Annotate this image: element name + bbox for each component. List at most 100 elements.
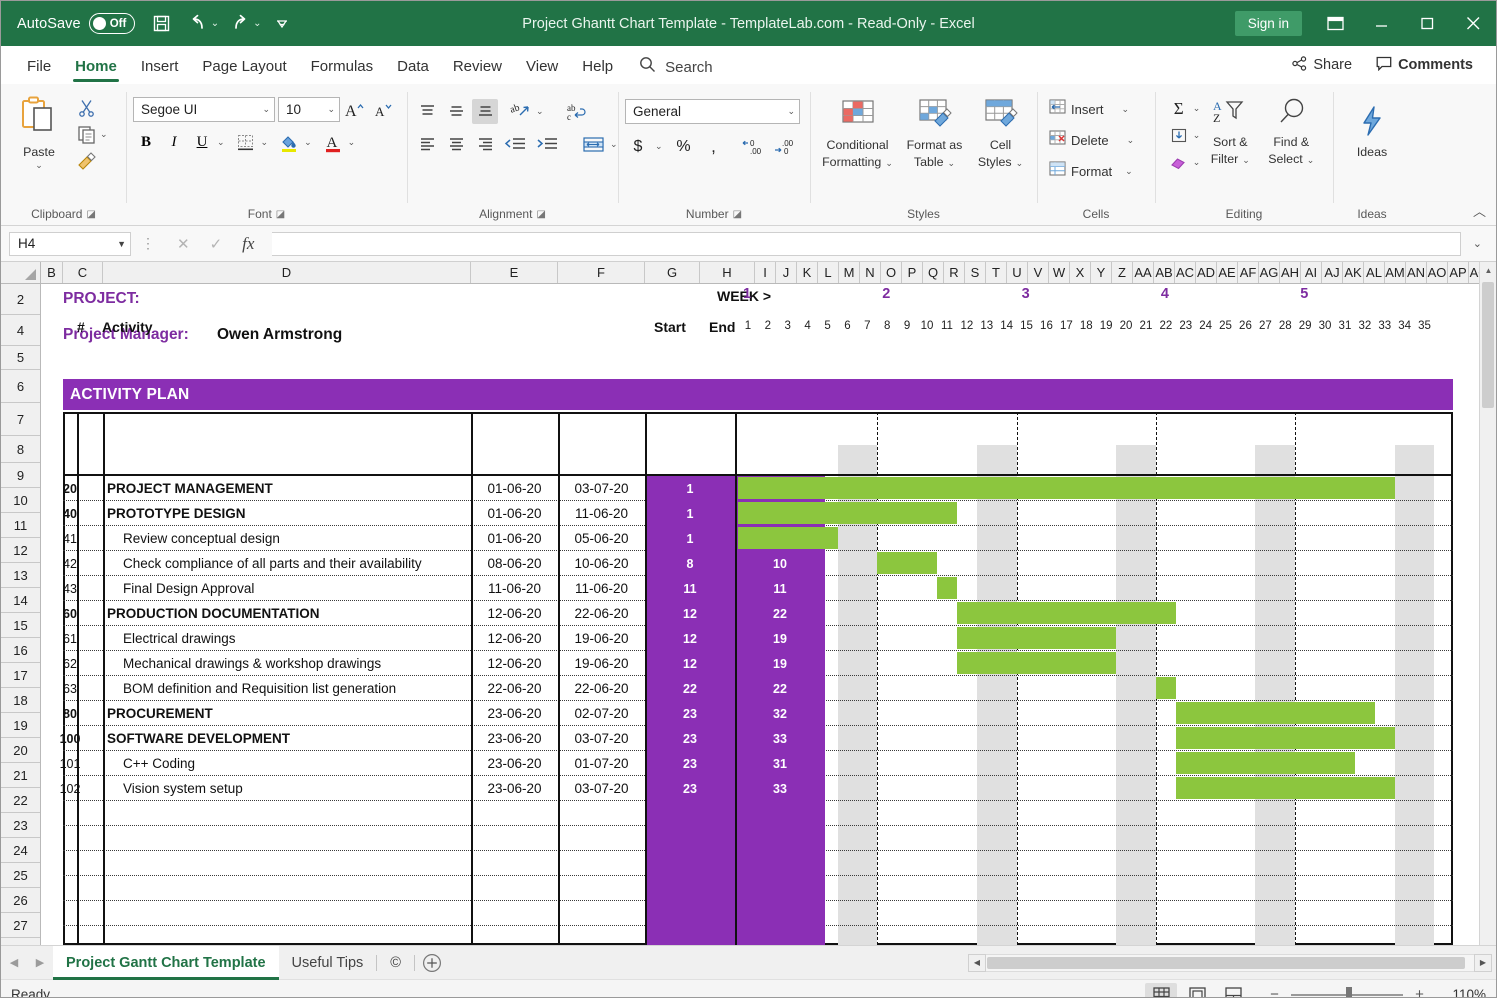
number-format-dropdown-icon[interactable]: ⌄: [787, 106, 795, 117]
format-cells-button[interactable]: Format ⌄: [1044, 157, 1137, 185]
column-header-e[interactable]: E: [471, 262, 558, 283]
sheet-tab-project-gantt-chart-template[interactable]: Project Gantt Chart Template: [53, 945, 279, 980]
row-header-24[interactable]: 24: [1, 838, 40, 863]
tab-data[interactable]: Data: [385, 50, 441, 84]
share-button[interactable]: Share: [1283, 52, 1361, 79]
merge-and-center-icon[interactable]: [579, 132, 607, 157]
column-header-p[interactable]: P: [902, 262, 923, 283]
vertical-scroll-thumb[interactable]: [1482, 282, 1494, 408]
column-header-af[interactable]: AF: [1238, 262, 1259, 283]
normal-view-icon[interactable]: [1145, 982, 1177, 997]
column-header-am[interactable]: AM: [1385, 262, 1406, 283]
underline-icon[interactable]: U: [189, 130, 215, 155]
tab-help[interactable]: Help: [570, 50, 625, 84]
column-header-o[interactable]: O: [881, 262, 902, 283]
align-top-icon[interactable]: [414, 99, 440, 124]
row-header-27[interactable]: 27: [1, 913, 40, 938]
find-and-select-button[interactable]: Find & Select ⌄: [1260, 94, 1322, 170]
align-left-icon[interactable]: [414, 132, 440, 157]
column-header-x[interactable]: X: [1070, 262, 1091, 283]
column-header-s[interactable]: S: [965, 262, 986, 283]
find-select-dropdown-icon[interactable]: ⌄: [1307, 155, 1315, 165]
cell-styles-button[interactable]: Cell Styles ⌄: [970, 94, 1032, 173]
insert-cells-dropdown-icon[interactable]: ⌄: [1122, 104, 1130, 115]
column-header-t[interactable]: T: [986, 262, 1007, 283]
row-header-21[interactable]: 21: [1, 763, 40, 788]
scroll-up-icon[interactable]: ▲: [1480, 262, 1496, 279]
row-header-16[interactable]: 16: [1, 638, 40, 663]
column-header-ac[interactable]: AC: [1175, 262, 1196, 283]
row-header-12[interactable]: 12: [1, 538, 40, 563]
accounting-dropdown-icon[interactable]: ⌄: [655, 141, 663, 152]
enter-icon[interactable]: ✓: [210, 235, 223, 253]
next-sheet-icon[interactable]: ▶: [27, 946, 53, 980]
clear-icon[interactable]: [1166, 150, 1192, 175]
row-header-2[interactable]: 2: [1, 284, 40, 315]
row-header-9[interactable]: 9: [1, 463, 40, 488]
column-header-n[interactable]: N: [860, 262, 881, 283]
row-header-10[interactable]: 10: [1, 488, 40, 513]
increase-decimal-icon[interactable]: 0.00: [739, 134, 767, 159]
column-header-al[interactable]: AL: [1364, 262, 1385, 283]
column-header-ao[interactable]: AO: [1427, 262, 1448, 283]
row-header-14[interactable]: 14: [1, 588, 40, 613]
font-color-dropdown-icon[interactable]: ⌄: [348, 137, 356, 148]
copy-dropdown-icon[interactable]: ⌄: [100, 129, 108, 140]
sort-and-filter-button[interactable]: AZ Sort & Filter ⌄: [1200, 94, 1260, 170]
number-format-select[interactable]: General ⌄: [625, 99, 800, 124]
row-header-15[interactable]: 15: [1, 613, 40, 638]
paste-button[interactable]: Paste ⌄: [8, 93, 70, 174]
scroll-left-icon[interactable]: ◀: [968, 953, 986, 972]
column-header-i[interactable]: I: [755, 262, 776, 283]
undo-dropdown-icon[interactable]: ⌄: [211, 18, 219, 29]
zoom-level[interactable]: 110%: [1440, 987, 1486, 997]
font-size-dropdown-icon[interactable]: ⌄: [327, 104, 335, 115]
column-header-r[interactable]: R: [944, 262, 965, 283]
decrease-decimal-icon[interactable]: .00 0: [771, 134, 799, 159]
fill-color-dropdown-icon[interactable]: ⌄: [304, 137, 312, 148]
row-header-26[interactable]: 26: [1, 888, 40, 913]
column-header-aj[interactable]: AJ: [1322, 262, 1343, 283]
insert-cells-button[interactable]: Insert ⌄: [1044, 95, 1133, 123]
borders-icon[interactable]: [233, 130, 259, 155]
horizontal-scroll-thumb[interactable]: [987, 956, 1465, 969]
format-painter-icon[interactable]: [73, 149, 99, 174]
column-header-ad[interactable]: AD: [1196, 262, 1217, 283]
cut-icon[interactable]: [73, 95, 99, 120]
format-cells-dropdown-icon[interactable]: ⌄: [1125, 166, 1133, 177]
autosum-dropdown-icon[interactable]: ⌄: [1193, 103, 1201, 114]
search-input[interactable]: Search: [639, 50, 713, 84]
column-header-h[interactable]: H: [700, 262, 755, 283]
row-header-11[interactable]: 11: [1, 513, 40, 538]
row-header-5[interactable]: 5: [1, 346, 40, 370]
page-break-preview-icon[interactable]: [1217, 983, 1249, 997]
align-center-icon[interactable]: [443, 132, 469, 157]
insert-function-icon[interactable]: fx: [242, 234, 254, 254]
scroll-right-icon[interactable]: ▶: [1474, 953, 1492, 972]
select-all-corner[interactable]: [1, 262, 41, 283]
tab-page-layout[interactable]: Page Layout: [190, 50, 298, 84]
column-header-f[interactable]: F: [558, 262, 645, 283]
tab-formulas[interactable]: Formulas: [299, 50, 386, 84]
copy-icon[interactable]: [73, 122, 99, 147]
undo-icon[interactable]: [181, 8, 215, 40]
formula-input[interactable]: [272, 231, 1461, 256]
conditional-formatting-dropdown-icon[interactable]: ⌄: [885, 158, 893, 168]
font-dialog-launcher-icon[interactable]: ◪: [276, 209, 285, 220]
delete-cells-dropdown-icon[interactable]: ⌄: [1127, 135, 1135, 146]
customize-qat-icon[interactable]: [265, 8, 299, 40]
expand-formula-bar-icon[interactable]: ⌄: [1467, 237, 1488, 250]
increase-indent-icon[interactable]: [533, 132, 562, 157]
column-header-w[interactable]: W: [1049, 262, 1070, 283]
increase-font-size-icon[interactable]: A: [341, 97, 369, 122]
number-dialog-launcher-icon[interactable]: ◪: [733, 209, 742, 220]
ribbon-display-options-icon[interactable]: [1312, 1, 1358, 46]
save-icon[interactable]: [145, 8, 179, 40]
row-header-6[interactable]: 6: [1, 370, 40, 403]
orientation-dropdown-icon[interactable]: ⌄: [536, 106, 544, 117]
cancel-icon[interactable]: ✕: [177, 235, 190, 253]
tab-insert[interactable]: Insert: [129, 50, 191, 84]
tab-file[interactable]: File: [15, 50, 63, 84]
column-header-b[interactable]: B: [41, 262, 63, 283]
vertical-scrollbar[interactable]: ▲: [1479, 262, 1496, 945]
